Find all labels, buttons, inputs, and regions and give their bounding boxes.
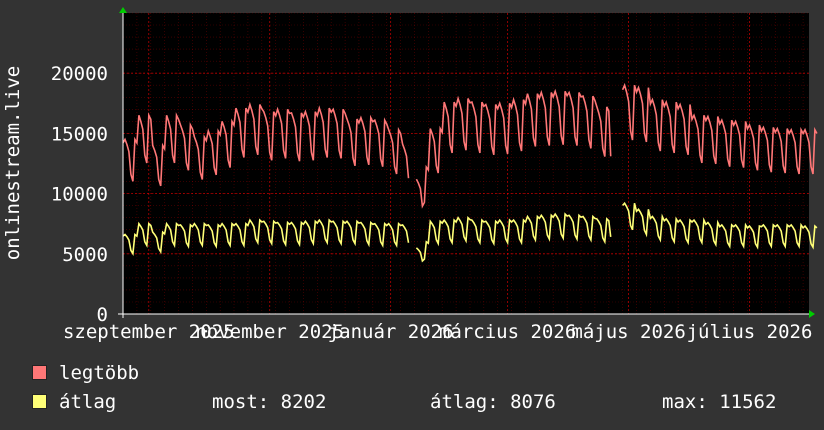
stat-atlag: átlag: 8076 (430, 391, 556, 413)
x-tick-label: március 2026 (439, 321, 576, 343)
y-tick-label: 10000 (51, 184, 108, 206)
legend-label-atlag: átlag (59, 391, 117, 413)
legend-item-atlag: átlag (32, 391, 116, 413)
x-axis-arrow (809, 310, 815, 318)
stat-max: max: 11562 (662, 391, 777, 413)
y-axis-arrow (119, 7, 127, 13)
y-tick-labels: 05000100001500020000 (51, 63, 108, 326)
x-tick-label: július 2026 (687, 321, 813, 343)
stat-most: most: 8202 (212, 391, 327, 413)
y-tick-label: 5000 (62, 244, 108, 266)
x-tick-labels: szeptember 2025november 2025január 2026m… (63, 321, 812, 343)
legend-swatch-legtobb (32, 365, 47, 380)
x-tick-label: november 2025 (195, 321, 344, 343)
y-tick-label: 20000 (51, 63, 108, 85)
x-tick-label: január 2026 (328, 321, 454, 343)
legend-swatch-atlag (32, 394, 47, 409)
y-axis-label: onlinestream.live (2, 66, 24, 260)
y-tick-label: 15000 (51, 123, 108, 145)
legend-item-legtobb: legtöbb (32, 362, 139, 384)
x-tick-label: május 2026 (571, 321, 685, 343)
legend-label-legtobb: legtöbb (59, 362, 140, 384)
